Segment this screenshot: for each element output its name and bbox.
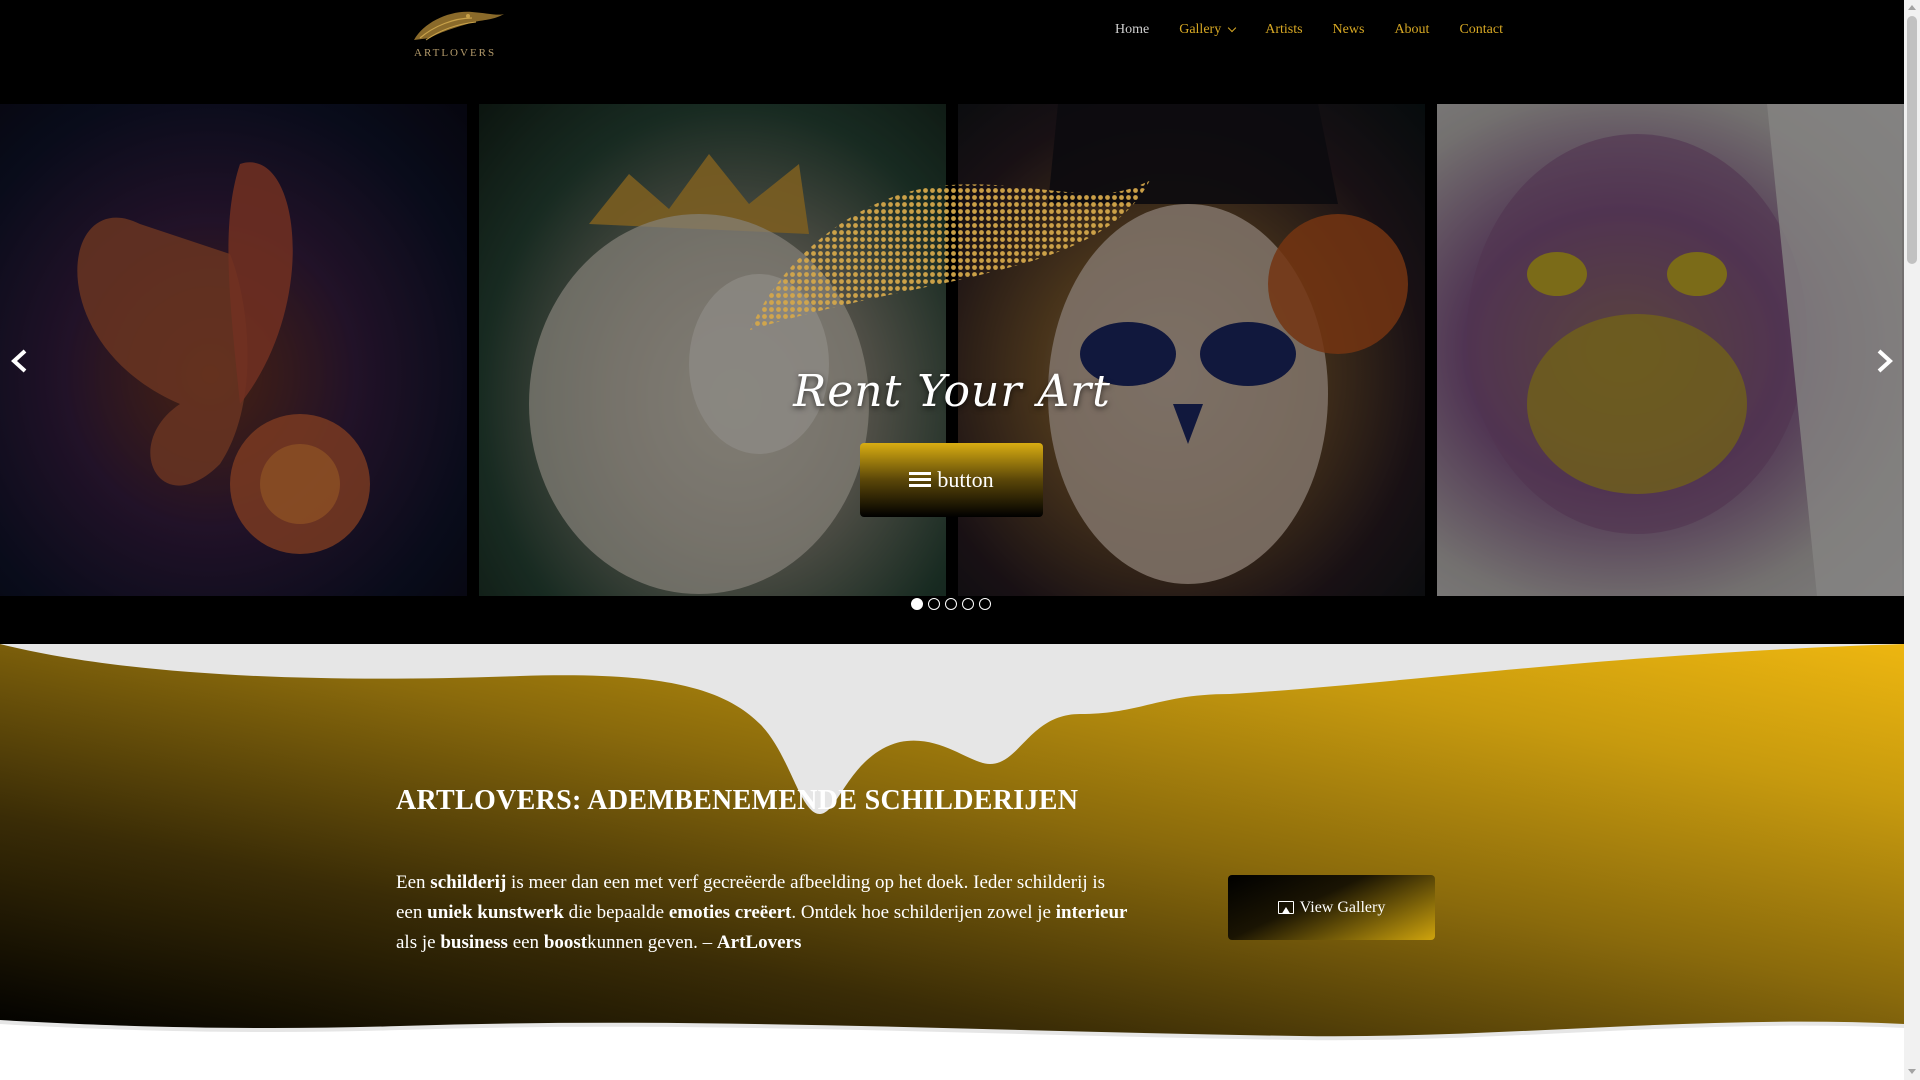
- hero-slider: Rent Your Art button: [0, 104, 1904, 644]
- slide-image-strip: [0, 104, 1904, 596]
- bars-icon: [909, 472, 932, 488]
- main-nav: Home Gallery Artists News About Contact: [1100, 20, 1518, 40]
- view-gallery-button[interactable]: View Gallery: [1228, 875, 1435, 940]
- slider-dot-1[interactable]: [911, 598, 923, 610]
- nav-about-label: About: [1394, 22, 1430, 37]
- intro-run: . Ontdek hoe schilderijen zowel je: [791, 902, 1056, 923]
- logo-text: ARTLOVERS: [414, 47, 497, 59]
- painting-chimpanzee: [1437, 104, 1904, 596]
- slider-next-arrow[interactable]: [1874, 349, 1894, 373]
- chevron-down-icon: [1227, 23, 1237, 33]
- slider-prev-arrow[interactable]: [10, 349, 30, 373]
- slider-dot-4[interactable]: [962, 598, 974, 610]
- brand-logo[interactable]: ARTLOVERS: [410, 4, 506, 60]
- intro-run: kunnen geven. –: [587, 932, 717, 953]
- logo-bird-icon: [414, 11, 504, 41]
- nav-artists-label: Artists: [1265, 22, 1303, 37]
- nav-gallery-label: Gallery: [1179, 22, 1222, 37]
- intro-run-bold: business: [440, 932, 508, 953]
- painting-butterfly: [0, 104, 467, 596]
- intro-run-bold: ArtLovers: [716, 932, 802, 953]
- image-icon: [1277, 901, 1294, 914]
- intro-paragraph: Een schilderij is meer dan een met verf …: [396, 868, 1136, 958]
- slide-title: Rent Your Art: [793, 366, 1111, 417]
- intro-heading: ARTLOVERS: ADEMBENEMENDE SCHILDERIJEN: [396, 785, 1079, 816]
- nav-about[interactable]: About: [1379, 20, 1444, 40]
- nav-home-label: Home: [1115, 22, 1150, 37]
- slider-dot-2[interactable]: [928, 598, 940, 610]
- intro-run-bold: boost: [543, 932, 588, 953]
- view-gallery-label: View Gallery: [1299, 898, 1386, 916]
- nav-artists[interactable]: Artists: [1250, 20, 1317, 40]
- nav-news[interactable]: News: [1318, 20, 1380, 40]
- intro-section: ARTLOVERS: ADEMBENEMENDE SCHILDERIJEN Ee…: [0, 644, 1904, 1080]
- nav-news-label: News: [1332, 22, 1365, 37]
- nav-home[interactable]: Home: [1100, 20, 1164, 40]
- slider-dot-5[interactable]: [979, 598, 991, 610]
- intro-run: die bepaalde: [563, 902, 669, 923]
- scroll-down-arrow-icon[interactable]: [1908, 1069, 1916, 1074]
- intro-run: een: [507, 932, 544, 953]
- painting-lion: [479, 104, 946, 596]
- scrollbar-thumb[interactable]: [1907, 16, 1917, 264]
- slide-cta-button[interactable]: button: [860, 443, 1043, 517]
- intro-run-bold: schilderij: [430, 872, 507, 893]
- scroll-up-arrow-icon[interactable]: [1908, 5, 1916, 10]
- gold-swoosh-logo: [750, 180, 1150, 330]
- intro-run: Een: [396, 872, 431, 893]
- slider-pagination: [911, 598, 991, 610]
- chevron-left-icon: [11, 349, 27, 373]
- gold-paint-drip-background: [0, 644, 1904, 1080]
- intro-run-bold: interieur: [1055, 902, 1128, 923]
- nav-gallery[interactable]: Gallery: [1164, 20, 1250, 40]
- intro-run-bold: emoties creëert: [668, 902, 792, 923]
- chevron-right-icon: [1877, 349, 1893, 373]
- intro-run-bold: uniek kunstwerk: [427, 902, 564, 923]
- nav-contact[interactable]: Contact: [1444, 20, 1518, 40]
- nav-contact-label: Contact: [1459, 22, 1503, 37]
- page-scrollbar[interactable]: [1904, 0, 1920, 1080]
- site-header: ARTLOVERS Home Gallery Artists News Abou…: [0, 0, 1904, 104]
- slider-dot-3[interactable]: [945, 598, 957, 610]
- painting-sugar-skull: [958, 104, 1425, 596]
- intro-run: als je: [396, 932, 441, 953]
- slide-cta-label: button: [937, 467, 994, 492]
